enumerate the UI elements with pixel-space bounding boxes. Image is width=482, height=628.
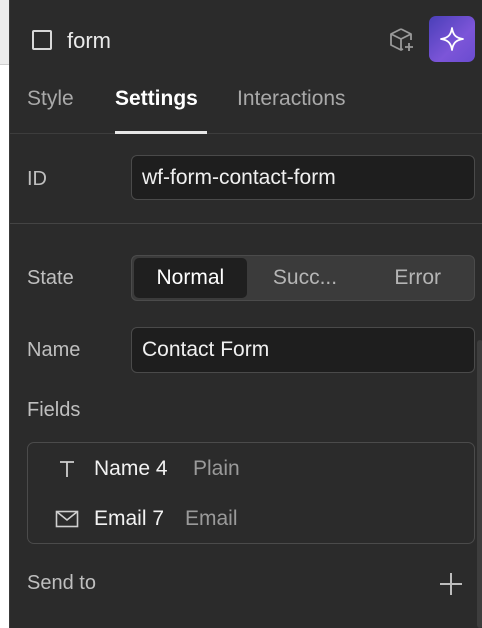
tab-interactions[interactable]: Interactions	[237, 87, 346, 111]
panel-scrollbar[interactable]	[477, 340, 482, 628]
fields-label: Fields	[27, 399, 81, 421]
state-label: State	[27, 267, 74, 289]
send-to-label: Send to	[27, 572, 96, 594]
plus-icon[interactable]	[438, 571, 464, 597]
tab-settings[interactable]: Settings	[115, 87, 198, 111]
id-label: ID	[27, 168, 47, 190]
sparkle-icon	[440, 27, 464, 51]
tab-style[interactable]: Style	[27, 87, 74, 111]
canvas-edge	[0, 0, 9, 628]
email-icon	[54, 506, 80, 532]
state-success[interactable]: Succ...	[249, 256, 362, 300]
panel-tabs: Style Settings Interactions	[10, 80, 482, 134]
state-error[interactable]: Error	[361, 256, 474, 300]
fields-list: Name 4 Plain Email 7 Email	[27, 442, 475, 544]
form-name-input[interactable]: Contact Form	[131, 327, 475, 373]
field-name: Name 4	[94, 457, 168, 480]
ai-assistant-button[interactable]	[429, 16, 475, 62]
element-name: form	[67, 28, 111, 53]
element-checkbox[interactable]	[32, 30, 52, 50]
name-label: Name	[27, 339, 81, 361]
cube-plus-icon[interactable]	[388, 26, 416, 54]
field-type: Email	[185, 507, 238, 530]
field-row-name[interactable]: Name 4 Plain	[28, 444, 476, 494]
state-normal[interactable]: Normal	[134, 258, 247, 298]
id-section: ID wf-form-contact-form	[10, 134, 482, 224]
field-row-email[interactable]: Email 7 Email	[28, 494, 476, 544]
settings-panel: form Style Settings Interactions ID wf-f…	[9, 0, 482, 628]
state-segmented-control: Normal Succ... Error	[131, 255, 475, 301]
id-input[interactable]: wf-form-contact-form	[131, 155, 475, 200]
panel-header: form	[10, 0, 482, 80]
field-type: Plain	[193, 457, 240, 480]
field-name: Email 7	[94, 507, 165, 530]
text-icon	[54, 456, 80, 482]
